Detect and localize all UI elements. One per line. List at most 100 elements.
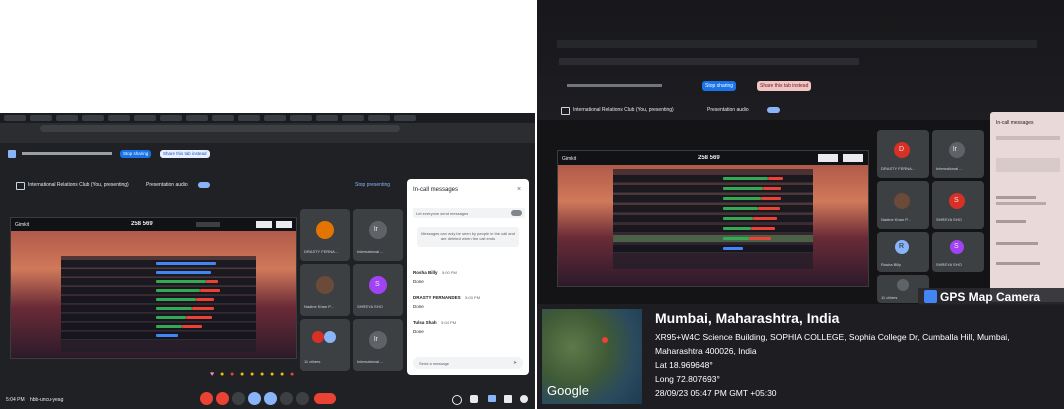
stop-sharing-button[interactable]: Stop sharing — [702, 81, 737, 91]
sharing-bar: Stop sharing Share this tab instead — [0, 143, 535, 165]
laugh-icon[interactable]: ● — [250, 371, 254, 378]
participant-tile[interactable]: Nadine Khan P... — [877, 181, 929, 229]
presentation-bar: International Relations Club (You, prese… — [10, 179, 405, 191]
presentation-audio-label: Presentation audio — [707, 107, 749, 113]
participant-tile[interactable]: lr International ... — [353, 209, 403, 261]
participant-name: DRASTY FERNA... — [881, 166, 916, 171]
participant-avatar: lr — [369, 331, 387, 349]
participant-avatar — [324, 331, 336, 343]
participant-tile[interactable]: Nadine Khan P... — [300, 264, 350, 316]
cry-icon[interactable]: ● — [270, 371, 274, 378]
participant-avatar: S — [950, 240, 964, 254]
participant-avatar: lr — [369, 221, 387, 239]
leaderboard-table — [613, 169, 813, 269]
participant-tile[interactable]: S SHREYA SHO — [932, 232, 984, 272]
captions-button[interactable] — [232, 392, 245, 405]
participant-name: Nadine Khan P... — [881, 217, 911, 222]
more-options-button[interactable] — [296, 392, 309, 405]
participant-tile[interactable]: R Rosha Billy — [877, 232, 929, 272]
chat-time: 5:04 PM — [441, 320, 457, 325]
mic-off-button[interactable] — [200, 392, 213, 405]
presentation-audio-toggle[interactable] — [198, 182, 210, 188]
gps-longitude: Long 72.807693° — [655, 374, 720, 384]
participant-avatar — [897, 279, 909, 291]
chat-text: Done — [413, 279, 424, 284]
participant-avatar — [312, 331, 324, 343]
participant-name: SHREYA SHO — [936, 262, 962, 267]
participant-tile[interactable]: S SHREYA SHO — [353, 264, 403, 316]
chat-input[interactable]: Send a message ➤ — [413, 357, 523, 369]
participant-name: 11 others — [304, 359, 321, 364]
participant-tile[interactable]: lr International ... — [353, 319, 403, 371]
chat-title: In-call messages — [413, 187, 459, 193]
participant-avatar: D — [894, 142, 910, 158]
right-photo: Stop sharing Share this tab instead Inte… — [537, 0, 1064, 409]
send-icon[interactable]: ➤ — [513, 360, 517, 366]
participant-name: SHREYA SHO — [357, 304, 383, 309]
participant-tile[interactable]: S SHREYA SHO — [932, 181, 984, 229]
clap-icon[interactable]: ● — [240, 371, 244, 378]
participant-avatar: S — [949, 193, 965, 209]
share-tab-instead-button[interactable]: Share this tab instead — [160, 150, 210, 158]
people-icon[interactable] — [470, 395, 478, 403]
meeting-code: hbb-uncu-yeag — [30, 397, 64, 403]
stage-brand: Gimkit — [562, 156, 577, 162]
gps-app-icon — [924, 290, 937, 303]
sharing-bar: Stop sharing Share this tab instead — [567, 80, 847, 94]
gps-latitude: Lat 18.969648° — [655, 360, 713, 370]
chat-author: DRASTY FERNANDES — [413, 295, 461, 300]
camera-off-button[interactable] — [216, 392, 229, 405]
share-tab-instead-button[interactable]: Share this tab instead — [757, 81, 812, 91]
present-button[interactable] — [248, 392, 261, 405]
bookmarks-bar — [0, 134, 535, 143]
participant-tile[interactable]: D DRASTY FERNA... — [877, 130, 929, 178]
address-bar[interactable] — [0, 123, 535, 134]
participant-tile[interactable]: 11 others — [300, 319, 350, 371]
stage-header: Gimkit 258 569 — [11, 218, 296, 231]
chat-notice: Messages can only be seen by people in t… — [417, 227, 519, 247]
participant-name: International ... — [357, 359, 384, 364]
chat-author: Tulsa Shah — [413, 320, 437, 325]
reactions-button[interactable] — [264, 392, 277, 405]
heart-icon[interactable]: ♥ — [210, 371, 214, 378]
browser-tab-bar[interactable] — [0, 113, 535, 123]
stop-presenting-button[interactable]: Stop presenting — [355, 182, 405, 188]
host-controls-icon[interactable] — [520, 395, 528, 403]
stop-sharing-button[interactable]: Stop sharing — [120, 150, 152, 158]
thumbs-up-icon[interactable]: ● — [220, 371, 224, 378]
participant-name: International ... — [357, 249, 384, 254]
think-icon[interactable]: ● — [280, 371, 284, 378]
meeting-footer: 5:04 PM hbb-uncu-yeag — [0, 391, 535, 409]
participant-name: International ... — [936, 166, 963, 171]
presentation-audio-toggle[interactable] — [767, 107, 780, 113]
participant-tile[interactable]: lr International ... — [932, 130, 984, 178]
participant-name: Nadine Khan P... — [304, 304, 334, 309]
participant-name: DRASTY FERNA... — [304, 249, 339, 254]
thumbs-down-icon[interactable]: ● — [290, 371, 294, 378]
surprise-icon[interactable]: ● — [260, 371, 264, 378]
stage-header: Gimkit 258 569 — [558, 151, 868, 165]
presentation-stage: Gimkit 258 569 — [10, 217, 297, 359]
gps-address-line1: XR95+W4C Science Building, SOPHIA COLLEG… — [655, 332, 1010, 342]
stage-score: 258 569 — [698, 155, 720, 161]
participant-tile[interactable]: DRASTY FERNA... — [300, 209, 350, 261]
party-icon[interactable]: ● — [230, 371, 234, 378]
share-tab-icon — [8, 150, 16, 158]
participant-name: Rosha Billy — [881, 262, 902, 267]
close-icon[interactable]: × — [517, 186, 521, 193]
raise-hand-button[interactable] — [280, 392, 293, 405]
present-icon — [561, 107, 570, 115]
info-icon[interactable] — [452, 395, 462, 405]
participant-avatar — [316, 221, 334, 239]
activities-icon[interactable] — [504, 395, 512, 403]
gps-datetime: 28/09/23 05:47 PM GMT +05:30 — [655, 388, 777, 398]
leave-call-button[interactable] — [314, 393, 336, 404]
chat-icon[interactable] — [488, 395, 496, 402]
chat-permission-toggle[interactable] — [511, 210, 522, 216]
chat-title: In-call messages — [996, 120, 1034, 126]
present-icon — [16, 182, 25, 190]
chat-panel: In-call messages × Let everyone send mes… — [407, 179, 529, 375]
location-pin-icon — [602, 337, 608, 343]
presentation-stage: Gimkit 258 569 — [557, 150, 869, 287]
participant-avatar: R — [895, 240, 909, 254]
